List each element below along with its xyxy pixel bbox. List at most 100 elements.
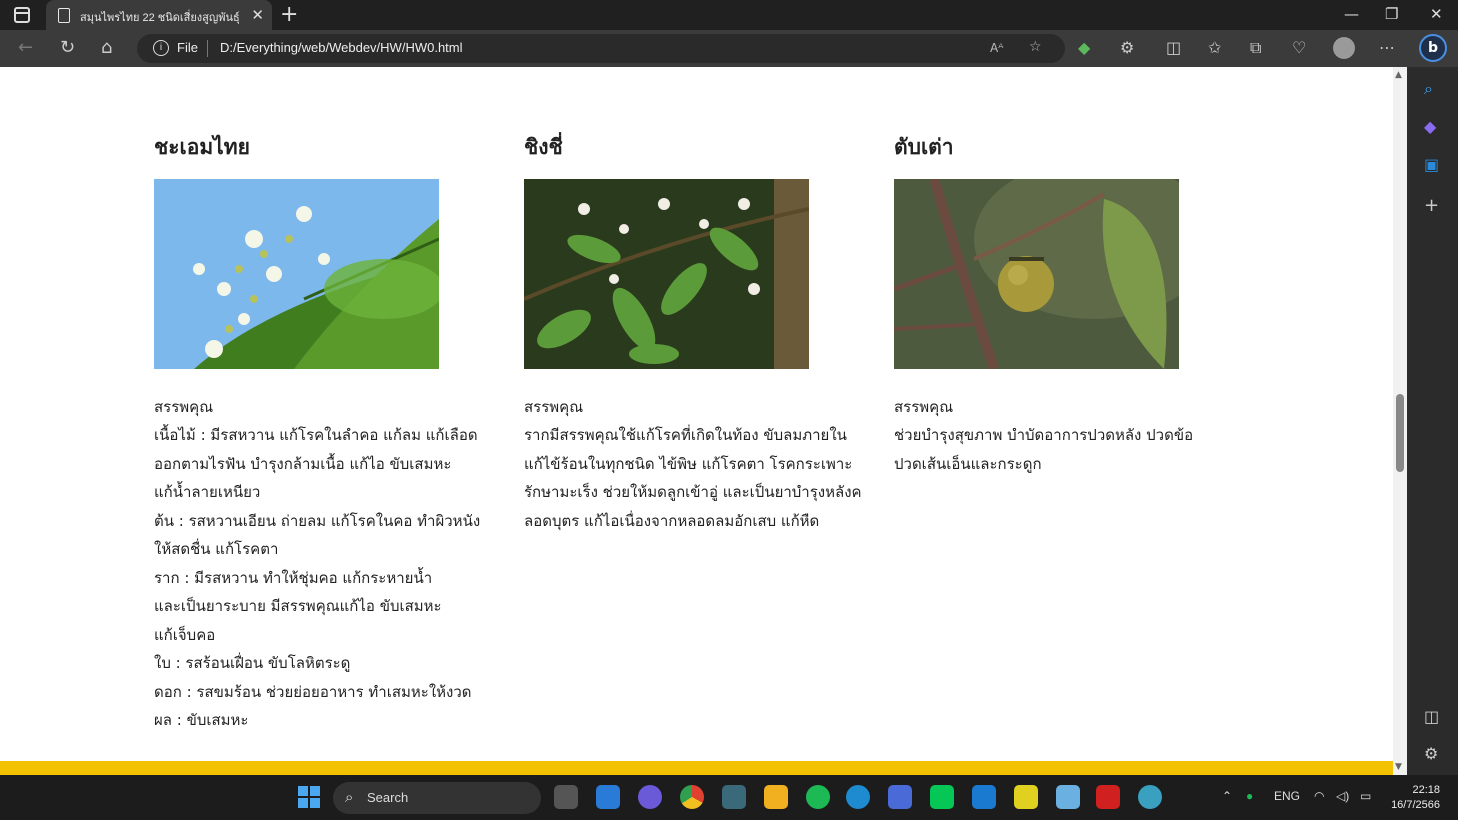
plant-name: ชะเอมไทย: [154, 135, 250, 159]
web-page-content: ชะเอมไทย สรรพคุณ เนื้อไม้ : มีรสหวาน แก้…: [0, 67, 1393, 775]
plant-photo: [524, 179, 809, 369]
back-icon[interactable]: ←: [18, 37, 33, 58]
address-bar[interactable]: i File D:/Everything/web/Webdev/HW/HW0.h…: [137, 34, 1065, 63]
wifi-icon[interactable]: ◠: [1314, 789, 1324, 803]
search-icon: ⌕: [345, 788, 354, 806]
plant-photo: [154, 179, 439, 369]
plant-card: ชะเอมไทย สรรพคุณ เนื้อไม้ : มีรสหวาน แก้…: [154, 131, 494, 735]
browser-essentials-icon[interactable]: ♡: [1292, 38, 1306, 57]
close-tab-icon[interactable]: ✕: [251, 6, 264, 24]
plant-card: ชิงชี่ สรรพคุณ รากมีสรรพคุณใช้แก้โรคที่เ…: [524, 131, 864, 535]
collections-icon[interactable]: ⧉: [1250, 38, 1261, 58]
properties-line: รากมีสรรพคุณใช้แก้โรคที่เกิดในท้อง ขับลม…: [524, 426, 847, 444]
plant-card: ตับเต่า สรรพคุณ ช่วยบำรุงสุขภาพ บำบัดอาก…: [894, 131, 1234, 478]
page-icon: [58, 8, 70, 23]
properties-line: ราก : มีรสหวาน ทำให้ชุ่มคอ แก้กระหายน้ำ: [154, 568, 433, 587]
volume-icon[interactable]: ◁): [1336, 789, 1349, 803]
properties-line: ปวดเส้นเอ็นและกระดูก: [894, 454, 1042, 473]
clock-date: 16/7/2566: [1391, 799, 1440, 811]
restore-icon[interactable]: ❐: [1385, 5, 1398, 23]
close-window-icon[interactable]: ✕: [1430, 5, 1443, 23]
properties-line: ดอก : รสขมร้อน ช่วยย่อยอาหาร ทำเสมหะให้ง…: [154, 682, 472, 701]
address-toolbar: ← ↻ ⌂ i File D:/Everything/web/Webdev/HW…: [0, 30, 1458, 67]
edge-icon[interactable]: [846, 785, 870, 809]
address-scheme: File: [177, 40, 198, 55]
copilot-icon[interactable]: ◆: [1424, 117, 1436, 136]
refresh-icon[interactable]: ↻: [60, 37, 75, 58]
tab-actions-icon[interactable]: [14, 7, 30, 23]
clock-time: 22:18: [1412, 784, 1440, 796]
title-bar: สมุนไพรไทย 22 ชนิดเสี่ยงสูญพันธุ์ ✕ + — …: [0, 0, 1458, 30]
chrome-icon[interactable]: [680, 785, 704, 809]
search-icon[interactable]: ⌕: [1424, 79, 1433, 99]
clock[interactable]: 22:18 16/7/2566: [1388, 783, 1440, 813]
properties-line: และเป็นยาระบาย มีสรรพคุณแก้ไอ ขับเสมหะ: [154, 597, 442, 615]
properties-line: ใบ : รสร้อนเฝื่อน ขับโลหิตระดู: [154, 654, 351, 672]
app-icon[interactable]: [1138, 785, 1162, 809]
tab-title: สมุนไพรไทย 22 ชนิดเสี่ยงสูญพันธุ์: [80, 12, 240, 24]
windows-start-icon[interactable]: [298, 786, 320, 808]
settings-gear-icon[interactable]: ⚙: [1424, 744, 1438, 763]
plant-photo: [894, 179, 1179, 369]
scrollbar-thumb[interactable]: [1396, 394, 1404, 472]
scroll-down-icon[interactable]: ▼: [1395, 762, 1402, 772]
edge-sidebar: ⌕ ◆ ▣ + ◫ ⚙: [1407, 67, 1458, 775]
show-hidden-icons[interactable]: ⌃: [1222, 789, 1232, 803]
info-icon[interactable]: i: [153, 40, 169, 56]
file-explorer-icon[interactable]: [764, 785, 788, 809]
task-view-icon[interactable]: [554, 785, 578, 809]
properties-line: แก้น้ำลายเหนียว: [154, 483, 261, 501]
address-separator: [207, 40, 208, 57]
line-icon[interactable]: [930, 785, 954, 809]
properties-line: รักษามะเร็ง ช่วยให้มดลูกเข้าอู่ และเป็นย…: [524, 483, 862, 501]
properties-label: สรรพคุณ: [154, 398, 214, 416]
home-icon[interactable]: ⌂: [101, 37, 112, 58]
scroll-up-icon[interactable]: ▲: [1395, 70, 1402, 80]
plant-name: ชิงชี่: [524, 135, 563, 159]
app-icon[interactable]: [1056, 785, 1080, 809]
read-aloud-icon[interactable]: Aᴬ: [990, 41, 1003, 55]
widgets-icon[interactable]: [596, 785, 620, 809]
new-tab-icon[interactable]: +: [280, 2, 298, 27]
taskbar-search[interactable]: ⌕ Search: [333, 782, 541, 814]
app-icon[interactable]: [888, 785, 912, 809]
properties-label: สรรพคุณ: [894, 398, 954, 416]
more-menu-icon[interactable]: ⋯: [1379, 38, 1395, 57]
teams-chat-icon[interactable]: [638, 785, 662, 809]
favorite-star-icon[interactable]: ☆: [1029, 39, 1042, 55]
search-label: Search: [367, 790, 409, 805]
favorites-icon[interactable]: ✩: [1208, 38, 1221, 57]
properties-label: สรรพคุณ: [524, 398, 584, 416]
minimize-icon[interactable]: —: [1344, 5, 1359, 23]
bing-copilot-icon[interactable]: b: [1419, 34, 1447, 62]
properties-line: แก้เจ็บคอ: [154, 625, 216, 644]
spotify-icon[interactable]: [806, 785, 830, 809]
add-icon[interactable]: +: [1424, 195, 1439, 216]
address-url[interactable]: D:/Everything/web/Webdev/HW/HW0.html: [220, 40, 463, 55]
language-indicator[interactable]: ENG: [1274, 789, 1300, 803]
vertical-scrollbar[interactable]: ▲ ▼: [1393, 67, 1407, 775]
windows-taskbar: ⌕ Search ⌃ ● ENG ◠ ◁) ▭ 22:18 16/7/2566: [0, 775, 1458, 820]
footer-bar: [0, 761, 1393, 775]
hide-sidebar-icon[interactable]: ◫: [1424, 707, 1439, 726]
properties-line: ผล : ขับเสมหะ: [154, 711, 249, 729]
devcpp-icon[interactable]: [1096, 785, 1120, 809]
profile-avatar[interactable]: [1333, 37, 1355, 59]
extensions-puzzle-icon[interactable]: ⚙: [1120, 38, 1134, 57]
properties-line: ช่วยบำรุงสุขภาพ บำบัดอาการปวดหลัง ปวดข้อ: [894, 426, 1194, 444]
browser-tab[interactable]: สมุนไพรไทย 22 ชนิดเสี่ยงสูญพันธุ์ ✕: [46, 0, 272, 30]
properties-line: ให้สดชื่น แก้โรคตา: [154, 540, 279, 558]
split-screen-icon[interactable]: ◫: [1166, 38, 1181, 57]
vscode-icon[interactable]: [972, 785, 996, 809]
app-icon[interactable]: [722, 785, 746, 809]
spotify-tray-icon[interactable]: ●: [1246, 789, 1253, 803]
app-icon[interactable]: [1014, 785, 1038, 809]
properties-line: แก้ไข้ร้อนในทุกชนิด ไข้พิษ แก้โรคตา โรคก…: [524, 454, 853, 473]
properties-line: ออกตามไรฟัน บำรุงกล้ามเนื้อ แก้ไอ ขับเสม…: [154, 454, 452, 473]
properties-line: เนื้อไม้ : มีรสหวาน แก้โรคในลำคอ แก้ลม แ…: [154, 426, 478, 444]
outlook-icon[interactable]: ▣: [1424, 155, 1439, 174]
battery-icon[interactable]: ▭: [1360, 789, 1371, 803]
properties-line: ลอดบุตร แก้ไอเนื่องจากหลอดลมอักเสบ แก้หื…: [524, 511, 820, 530]
extension-icon[interactable]: ◆: [1078, 38, 1090, 57]
plant-name: ตับเต่า: [894, 135, 954, 159]
